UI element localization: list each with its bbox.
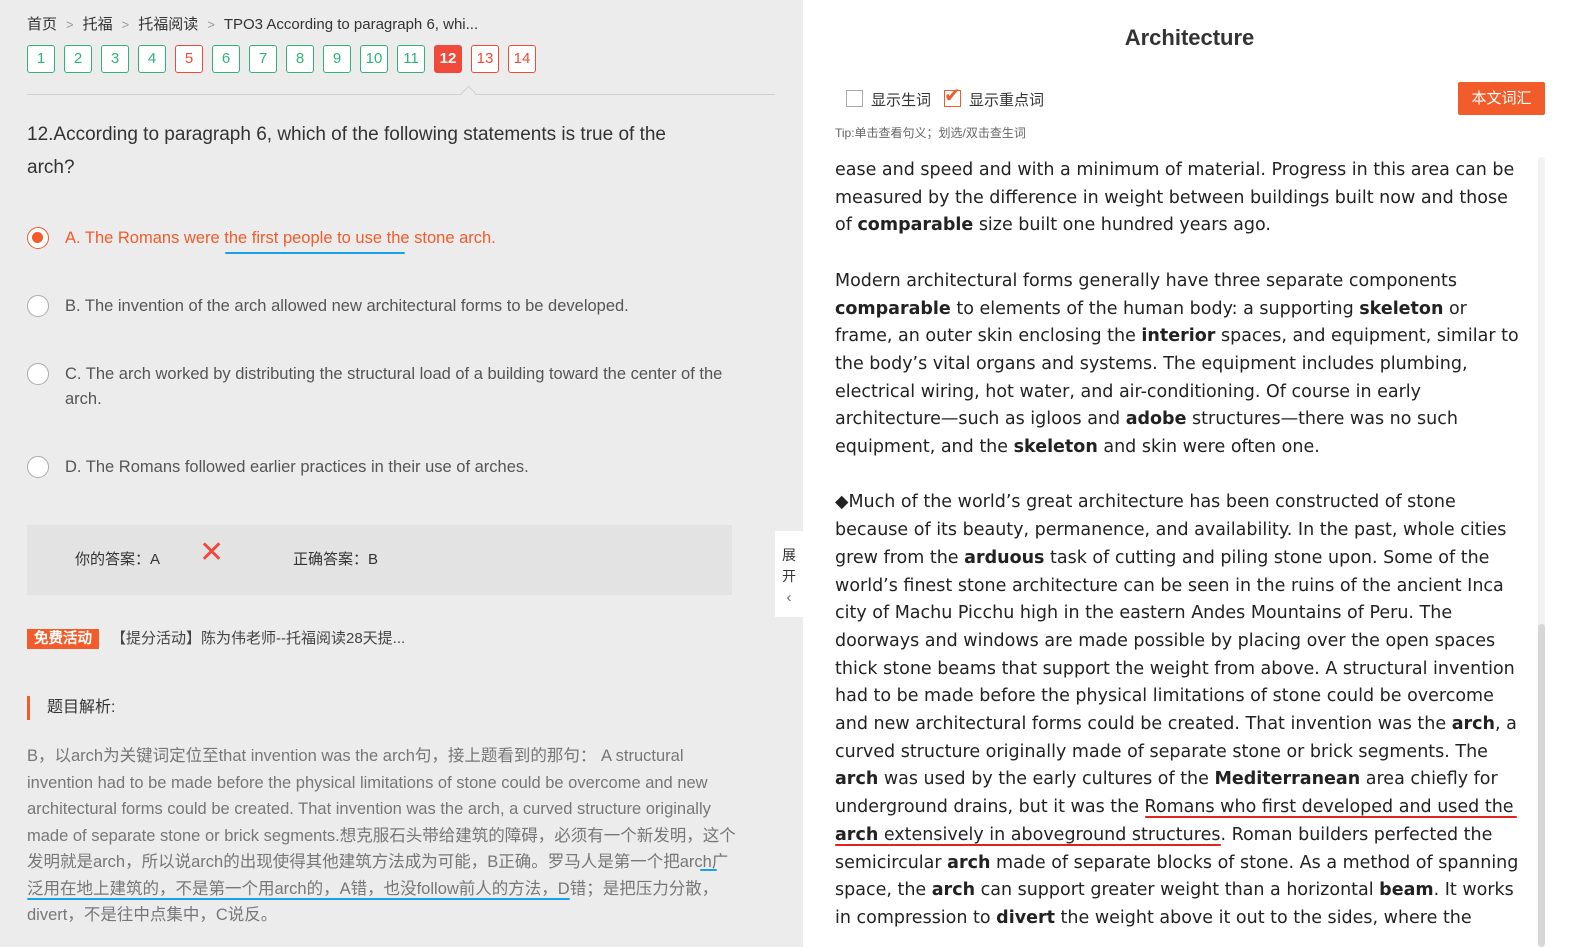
your-answer: 你的答案：A [75,551,161,568]
question-number-button[interactable]: 1 [27,45,55,73]
radio[interactable] [27,456,49,478]
annotation-underline [700,869,717,871]
promo-banner[interactable]: 免费活动 【提分活动】陈为伟老师--托福阅读28天提... [27,627,405,649]
passage-text-run: task of cutting and piling stone upon. S… [835,547,1515,735]
radio-selected[interactable] [27,227,49,249]
expand-label-1: 展 [782,547,796,563]
passage-panel: Architecture 显示生词 显示重点词 本文词汇 Tip:单击查看句义；… [803,0,1584,947]
chevron-right-icon: > [207,17,215,32]
breadcrumb-toefl-reading[interactable]: 托福阅读 [138,16,198,33]
analysis-text: B，以arch为关键词定位至that invention was the arc… [27,747,736,924]
question-text: 12.According to paragraph 6, which of th… [27,124,666,178]
passage-vocabulary-button[interactable]: 本文词汇 [1458,82,1545,115]
key-word[interactable]: arduous [964,548,1044,568]
passage-text[interactable]: ease and speed and with a minimum of mat… [835,157,1527,947]
active-indicator [460,85,477,102]
annotation-underline [1145,816,1517,818]
show-key-words-label: 显示重点词 [969,92,1045,109]
tip-text: Tip:单击查看句义；划选/双击查生词 [835,126,1026,140]
question-number-button[interactable]: 11 [397,45,425,73]
key-word[interactable]: beam [1379,880,1433,900]
passage-paragraph[interactable]: Modern architectural forms generally hav… [835,268,1527,462]
passage-text-run: and skin were often one. [1097,437,1320,458]
chevron-left-icon: ‹ [786,589,792,606]
annotation-underline [835,844,1221,846]
passage-paragraph[interactable]: ◆Much of the world’s great architecture … [835,489,1527,932]
passage-text-run: can support greater weight than a horizo… [975,880,1380,901]
key-word[interactable]: comparable [835,299,951,319]
key-word[interactable]: adobe [1126,409,1187,429]
divider [27,94,775,95]
radio[interactable] [27,363,49,385]
question-number-button[interactable]: 4 [138,45,166,73]
checkbox-checked[interactable] [944,83,961,108]
key-word[interactable]: comparable [857,215,973,235]
question-number-button[interactable]: 12 [434,45,462,73]
question-number-button[interactable]: 2 [64,45,92,73]
show-key-words-checkbox[interactable]: 显示重点词 [944,83,1045,110]
annotation-underline [27,898,570,900]
question-number-button[interactable]: 14 [508,45,536,73]
checkbox-unchecked[interactable] [846,90,863,107]
show-new-words-label: 显示生词 [871,92,932,109]
breadcrumb: 首页 > 托福 > 托福阅读 > TPO3 According to paragraph 6… [27,13,478,34]
question-number-bar: 1 2 3 4 5 6 7 8 9 10 11 12 13 14 [27,45,536,73]
answer-result: 你的答案：A ✕ 正确答案：B [27,525,732,595]
option-c-label: C. The arch worked by distributing the s… [65,365,723,408]
question-number-button[interactable]: 9 [323,45,351,73]
key-word[interactable]: arch [1452,714,1495,734]
chevron-right-icon: > [66,17,74,32]
question-number-button[interactable]: 3 [101,45,129,73]
correct-answer: 正确答案：B [293,551,379,568]
question-number-button[interactable]: 5 [175,45,203,73]
breadcrumb-home[interactable]: 首页 [27,16,57,33]
key-word[interactable]: arch [932,880,975,900]
key-word[interactable]: arch [835,825,878,845]
option-b-label: B. The invention of the arch allowed new… [65,297,629,315]
breadcrumb-toefl[interactable]: 托福 [83,16,113,33]
passage-text-run: the weight above it out to the sides, wh… [1054,907,1472,928]
passage-text-run: Modern architectural forms generally hav… [835,270,1457,291]
chevron-right-icon: > [121,17,130,32]
passage-text-run: to elements of the human body: a support… [950,298,1360,319]
key-word[interactable]: Mediterranean [1214,769,1360,789]
option-a-label: A. The Romans were the first people to u… [65,229,496,247]
question-number-button[interactable]: 8 [286,45,314,73]
show-new-words-checkbox[interactable]: 显示生词 [846,89,931,110]
option-d-label: D. The Romans followed earlier practices… [65,458,529,476]
question-number-button[interactable]: 10 [360,45,388,73]
key-word[interactable]: interior [1141,326,1215,346]
expand-label-2: 开 [782,568,796,584]
radio[interactable] [27,295,49,317]
passage-text-run: size built one hundred years ago. [973,215,1271,236]
key-word[interactable]: skeleton [1014,437,1098,457]
passage-title: Architecture [1124,25,1255,50]
key-word[interactable]: arch [835,769,878,789]
question-number-button[interactable]: 6 [212,45,240,73]
annotation-underline [225,252,405,254]
question-panel: 首页 > 托福 > 托福阅读 > TPO3 According to paragraph 6… [0,0,803,947]
promo-tag: 免费活动 [27,629,99,649]
key-word[interactable]: arch [947,853,990,873]
breadcrumb-current: TPO3 According to paragraph 6, whi... [223,16,479,33]
wrong-icon: ✕ [199,536,225,569]
promo-link[interactable]: 【提分活动】陈为伟老师--托福阅读28天提... [111,630,405,647]
key-word[interactable]: skeleton [1359,299,1443,319]
question-number-button[interactable]: 13 [471,45,499,73]
passage-paragraph[interactable]: ease and speed and with a minimum of mat… [835,157,1527,240]
passage-text-run: was used by the early cultures of the [878,769,1215,790]
question-number-button[interactable]: 7 [249,45,277,73]
key-word[interactable]: divert [996,908,1055,928]
analysis-heading: 题目解析: [27,696,115,720]
expand-panel-button[interactable]: 展 开 ‹ [775,531,803,617]
scrollbar-thumb[interactable] [1538,624,1545,947]
